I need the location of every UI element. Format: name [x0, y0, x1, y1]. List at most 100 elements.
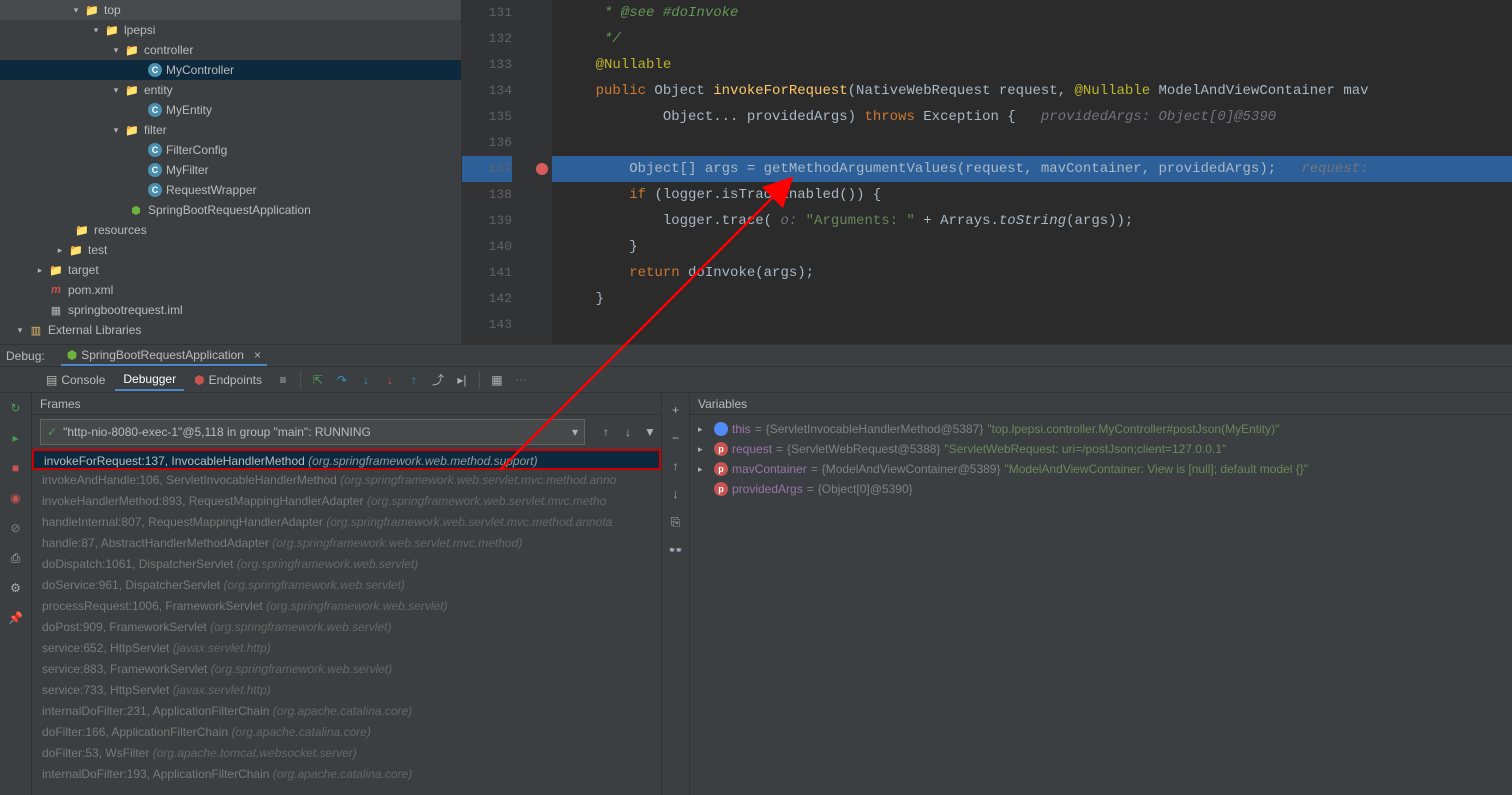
tree-item-myentity[interactable]: C MyEntity: [0, 100, 461, 120]
frame-item[interactable]: service:883, FrameworkServlet (org.sprin…: [32, 659, 661, 680]
prev-frame-icon[interactable]: ↑: [595, 421, 617, 443]
variables-list[interactable]: ▸this = {ServletInvocableHandlerMethod@5…: [690, 415, 1512, 795]
folder-icon: 📁: [74, 222, 90, 238]
tree-label: SpringBootRequestApplication: [148, 203, 311, 217]
frame-item[interactable]: doFilter:53, WsFilter (org.apache.tomcat…: [32, 743, 661, 764]
frame-item[interactable]: invokeAndHandle:106, ServletInvocableHan…: [32, 470, 661, 491]
tree-item-pom[interactable]: m pom.xml: [0, 280, 461, 300]
remove-watch-icon[interactable]: −: [665, 427, 687, 449]
variable-icon: p: [714, 482, 728, 496]
class-icon: C: [148, 163, 162, 177]
tree-item-requestwrapper[interactable]: C RequestWrapper: [0, 180, 461, 200]
check-icon: ✓: [47, 425, 57, 439]
filter-frames-icon[interactable]: ▼: [639, 421, 661, 443]
evaluate-expression-icon[interactable]: ▦: [486, 369, 508, 391]
folder-icon: 📁: [84, 2, 100, 18]
next-frame-icon[interactable]: ↓: [617, 421, 639, 443]
tree-item-myfilter[interactable]: C MyFilter: [0, 160, 461, 180]
tree-item-controller[interactable]: ▾ 📁 controller: [0, 40, 461, 60]
up-icon[interactable]: ↑: [665, 455, 687, 477]
tree-item-mycontroller[interactable]: C MyController: [0, 60, 461, 80]
tree-label: target: [68, 263, 99, 277]
line-number-gutter: 131 132 133 134 135 136 137 138 139 140 …: [462, 0, 532, 344]
stop-icon[interactable]: ■: [5, 457, 27, 479]
project-tree[interactable]: ▾ 📁 top ▾ 📁 lpepsi ▾ 📁 controller C MyCo…: [0, 0, 462, 344]
chevron-down-icon: ▾: [110, 44, 122, 56]
frame-item[interactable]: internalDoFilter:231, ApplicationFilterC…: [32, 701, 661, 722]
variable-item[interactable]: ▸this = {ServletInvocableHandlerMethod@5…: [698, 419, 1504, 439]
down-icon[interactable]: ↓: [665, 483, 687, 505]
file-icon: ▦: [48, 302, 64, 318]
frame-item[interactable]: doDispatch:1061, DispatcherServlet (org.…: [32, 554, 661, 575]
debug-side-toolbar: ↻ ▸ ■ ◉ ⊘ ⎙ ⚙ 📌: [0, 393, 32, 795]
thread-selector[interactable]: ✓ "http-nio-8080-exec-1"@5,118 in group …: [40, 419, 585, 445]
variable-icon: p: [714, 442, 728, 456]
step-out-icon[interactable]: ↑: [403, 369, 425, 391]
new-watch-icon[interactable]: +: [665, 399, 687, 421]
step-into-icon[interactable]: ↓: [355, 369, 377, 391]
trace-icon[interactable]: ⋯: [510, 369, 532, 391]
tree-item-top[interactable]: ▾ 📁 top: [0, 0, 461, 20]
frame-item[interactable]: internalDoFilter:193, ApplicationFilterC…: [32, 764, 661, 785]
breakpoint-gutter[interactable]: [532, 0, 552, 344]
frame-item[interactable]: handleInternal:807, RequestMappingHandle…: [32, 512, 661, 533]
tree-item-iml[interactable]: ▦ springbootrequest.iml: [0, 300, 461, 320]
breakpoint-icon[interactable]: [536, 163, 548, 175]
close-icon[interactable]: ×: [254, 348, 261, 362]
frame-item[interactable]: doPost:909, FrameworkServlet (org.spring…: [32, 617, 661, 638]
debug-config-tab[interactable]: ⬢ SpringBootRequestApplication ×: [61, 345, 267, 366]
tree-item-resources[interactable]: 📁 resources: [0, 220, 461, 240]
threads-view-icon[interactable]: ≡: [272, 369, 294, 391]
spring-icon: ⬢: [67, 348, 77, 362]
folder-icon: 📁: [48, 262, 64, 278]
frame-item[interactable]: service:733, HttpServlet (javax.servlet.…: [32, 680, 661, 701]
frame-item[interactable]: doService:961, DispatcherServlet (org.sp…: [32, 575, 661, 596]
tree-item-filter[interactable]: ▾ 📁 filter: [0, 120, 461, 140]
tree-label: MyController: [166, 63, 234, 77]
settings-icon[interactable]: ⚙: [5, 577, 27, 599]
chevron-down-icon: ▾: [90, 24, 102, 36]
tree-label: top: [104, 3, 121, 17]
glasses-icon[interactable]: 👓: [665, 539, 687, 561]
step-over-icon[interactable]: ↷: [331, 369, 353, 391]
tree-item-target[interactable]: ▸ 📁 target: [0, 260, 461, 280]
endpoints-tab[interactable]: ⬢ Endpoints: [186, 370, 270, 390]
tree-item-springapp[interactable]: ⬢ SpringBootRequestApplication: [0, 200, 461, 220]
variable-item[interactable]: ▸prequest = {ServletWebRequest@5388} "Se…: [698, 439, 1504, 459]
frames-header: Frames: [32, 393, 661, 415]
dump-icon[interactable]: ⎙: [5, 547, 27, 569]
tree-item-extlibs[interactable]: ▾ ▥ External Libraries: [0, 320, 461, 340]
tree-item-filterconfig[interactable]: C FilterConfig: [0, 140, 461, 160]
force-step-into-icon[interactable]: ↓: [379, 369, 401, 391]
tree-item-lpepsi[interactable]: ▾ 📁 lpepsi: [0, 20, 461, 40]
frame-item[interactable]: service:652, HttpServlet (javax.servlet.…: [32, 638, 661, 659]
run-to-cursor-icon[interactable]: ▸|: [451, 369, 473, 391]
variable-icon: p: [714, 462, 728, 476]
mute-breakpoints-icon[interactable]: ⊘: [5, 517, 27, 539]
rerun-icon[interactable]: ↻: [5, 397, 27, 419]
frame-item[interactable]: handle:87, AbstractHandlerMethodAdapter …: [32, 533, 661, 554]
frame-item[interactable]: doFilter:166, ApplicationFilterChain (or…: [32, 722, 661, 743]
tree-label: RequestWrapper: [166, 183, 257, 197]
dropdown-icon: ▾: [572, 425, 578, 439]
show-execution-point-icon[interactable]: ⇱: [307, 369, 329, 391]
debugger-tab[interactable]: Debugger: [115, 369, 184, 391]
copy-icon[interactable]: ⎘: [665, 511, 687, 533]
view-breakpoints-icon[interactable]: ◉: [5, 487, 27, 509]
tree-item-entity[interactable]: ▾ 📁 entity: [0, 80, 461, 100]
variable-item[interactable]: pprovidedArgs = {Object[0]@5390}: [698, 479, 1504, 499]
drop-frame-icon[interactable]: ⤴: [427, 369, 449, 391]
frame-item[interactable]: invokeForRequest:137, InvocableHandlerMe…: [32, 449, 661, 470]
code-editor[interactable]: 131 132 133 134 135 136 137 138 139 140 …: [462, 0, 1512, 344]
console-tab[interactable]: ▤ Console: [38, 370, 113, 390]
variable-item[interactable]: ▸pmavContainer = {ModelAndViewContainer@…: [698, 459, 1504, 479]
endpoints-icon: ⬢: [194, 373, 204, 387]
frame-item[interactable]: processRequest:1006, FrameworkServlet (o…: [32, 596, 661, 617]
resume-icon[interactable]: ▸: [5, 427, 27, 449]
frame-item[interactable]: invokeHandlerMethod:893, RequestMappingH…: [32, 491, 661, 512]
frames-list[interactable]: invokeForRequest:137, InvocableHandlerMe…: [32, 449, 661, 795]
pin-icon[interactable]: 📌: [5, 607, 27, 629]
code-content[interactable]: * @see #doInvoke */ @Nullable public Obj…: [552, 0, 1512, 344]
debug-label: Debug:: [6, 349, 45, 363]
tree-item-test[interactable]: ▸ 📁 test: [0, 240, 461, 260]
